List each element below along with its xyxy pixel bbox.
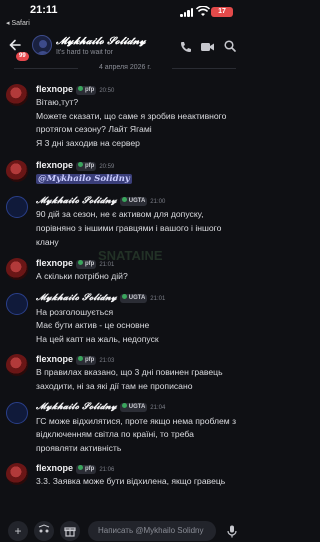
timestamp: 20:50 xyxy=(99,88,115,94)
signal-icon xyxy=(180,8,194,17)
username[interactable]: 𝓜𝔂𝓴𝓱𝓪𝓲𝓵𝓸 𝓢𝓸𝓵𝓲𝓭𝓷𝔂 UGTA 21:01 xyxy=(36,293,165,303)
message-text: протягом сезону? Лайт Ягамі xyxy=(36,124,152,134)
message-text: клану xyxy=(36,237,59,247)
message-text: На цей капт на жаль, недопуск xyxy=(36,334,159,344)
date-separator: 4 апреля 2026 г. xyxy=(0,64,250,71)
microphone-icon[interactable] xyxy=(226,525,238,538)
channel-title[interactable]: 𝓜𝔂𝓴𝓱𝓪𝓲𝓵𝓸 𝓢𝓸𝓵𝓲𝓭𝓷𝔂 xyxy=(56,36,176,47)
apps-icon[interactable] xyxy=(34,521,54,541)
user-tag: pfp xyxy=(76,162,97,171)
user-tag: UGTA xyxy=(119,403,148,412)
username[interactable]: 𝓜𝔂𝓴𝓱𝓪𝓲𝓵𝓸 𝓢𝓸𝓵𝓲𝓭𝓷𝔂 UGTA 21:04 xyxy=(36,402,165,412)
timestamp: 21:00 xyxy=(150,199,166,205)
chat-header: 99 𝓜𝔂𝓴𝓱𝓪𝓲𝓵𝓸 𝓢𝓸𝓵𝓲𝓭𝓷𝔂 It's hard to wait fo… xyxy=(0,30,250,62)
message-text: 90 дій за сезон, не є активом для допуск… xyxy=(36,209,204,219)
wifi-icon xyxy=(196,6,210,16)
message-text: А скільки потрібно дій? xyxy=(36,271,128,281)
plus-icon[interactable]: + xyxy=(8,521,28,541)
message-composer: + Написать @Mykhailo Solidny xyxy=(0,515,250,542)
username[interactable]: flexnope pfp 21:06 xyxy=(36,463,114,474)
avatar[interactable] xyxy=(6,463,28,485)
avatar[interactable] xyxy=(6,293,28,315)
timestamp: 20:59 xyxy=(99,164,115,170)
username[interactable]: flexnope pfp 20:50 xyxy=(36,84,114,95)
user-tag: pfp xyxy=(76,260,97,269)
call-icon[interactable] xyxy=(180,41,192,53)
username[interactable]: flexnope pfp 20:59 xyxy=(36,160,114,171)
message-text: @Mykhailo Solidny xyxy=(36,173,132,184)
message-text: ГС може відхилятися, проте якщо нема про… xyxy=(36,416,237,426)
avatar[interactable] xyxy=(6,84,28,106)
message-text: проявляти активність xyxy=(36,443,122,453)
video-icon[interactable] xyxy=(201,42,214,52)
avatar[interactable] xyxy=(6,354,28,376)
search-icon[interactable] xyxy=(224,40,236,52)
back-to-safari-link[interactable]: ◂ Safari xyxy=(6,19,30,27)
message-text: Вітаю,тут? xyxy=(36,97,79,107)
username[interactable]: 𝓜𝔂𝓴𝓱𝓪𝓲𝓵𝓸 𝓢𝓸𝓵𝓲𝓭𝓷𝔂 UGTA 21:00 xyxy=(36,196,165,206)
status-bar: 21:11 ◂ Safari 17 xyxy=(0,0,250,30)
username[interactable]: flexnope pfp 21:01 xyxy=(36,258,114,269)
message-text: відключенням світла по країні, то треба xyxy=(36,429,194,439)
avatar[interactable] xyxy=(6,160,28,182)
unread-badge: 99 xyxy=(16,52,29,61)
timestamp: 21:03 xyxy=(99,358,115,364)
message-text: порівняно з іншими гравцями і вашого і і… xyxy=(36,223,222,233)
message-text: На розголошується xyxy=(36,307,114,317)
user-tag: UGTA xyxy=(119,294,148,303)
username[interactable]: flexnope pfp 21:03 xyxy=(36,354,114,365)
message-text: Має бути актив - це основне xyxy=(36,320,150,330)
avatar[interactable] xyxy=(6,258,28,280)
message-text: заходити, ні за які дії там не прописано xyxy=(36,381,193,391)
battery-icon: 17 xyxy=(211,7,233,17)
user-tag: UGTA xyxy=(119,197,148,206)
timestamp: 21:01 xyxy=(99,262,115,268)
channel-subtitle: It's hard to wait for xyxy=(56,49,113,56)
message-text: 3.3. Заявка може бути відхилена, якщо гр… xyxy=(36,476,226,486)
message-text: Можете сказати, що саме я зробив неактив… xyxy=(36,111,227,121)
timestamp: 21:06 xyxy=(99,467,115,473)
avatar[interactable] xyxy=(6,402,28,424)
user-tag: pfp xyxy=(76,356,97,365)
user-tag: pfp xyxy=(76,86,97,95)
timestamp: 21:01 xyxy=(150,296,166,302)
timestamp: 21:04 xyxy=(150,405,166,411)
message-text: В правилах вказано, що 3 дні повинен гра… xyxy=(36,367,223,377)
channel-avatar[interactable] xyxy=(32,35,52,55)
avatar[interactable] xyxy=(6,196,28,218)
message-text: Я 3 дні заходив на сервер xyxy=(36,138,140,148)
status-time: 21:11 xyxy=(30,4,58,16)
user-mention[interactable]: @Mykhailo Solidny xyxy=(36,174,132,184)
message-input[interactable]: Написать @Mykhailo Solidny xyxy=(88,521,216,541)
back-arrow-icon[interactable] xyxy=(8,38,22,52)
gift-icon[interactable] xyxy=(60,521,80,541)
user-tag: pfp xyxy=(76,465,97,474)
